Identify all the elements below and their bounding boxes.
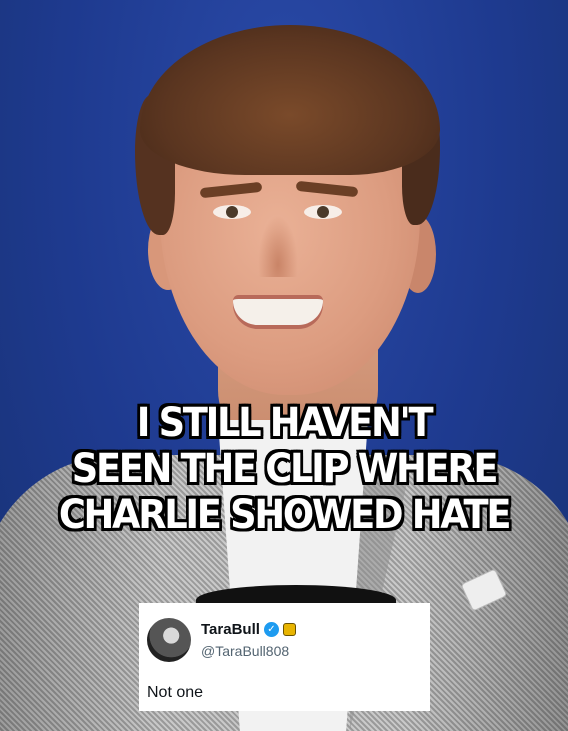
author-name[interactable]: TaraBull [201,621,260,638]
verified-check-icon: ✓ [263,621,279,637]
meme-image: I STILL HAVEN'T SEEN THE CLIP WHERE CHAR… [0,0,568,731]
embedded-post[interactable]: TaraBull ✓ @TaraBull808 Not one [139,603,430,711]
author-handle[interactable]: @TaraBull808 [201,643,289,659]
right-pupil [317,206,329,218]
hair [140,25,440,175]
left-pupil [226,206,238,218]
caption-line-2: SEEN THE CLIP WHERE [71,446,499,492]
avatar[interactable] [147,618,191,662]
smile [233,295,323,325]
author-row: TaraBull ✓ [201,619,296,639]
nose [258,215,298,277]
caption-line-3: CHARLIE SHOWED HATE [58,492,512,538]
post-text: Not one [147,684,204,701]
affiliation-badge-icon [282,622,296,636]
caption-line-1: I STILL HAVEN'T [136,400,434,446]
meme-caption: I STILL HAVEN'T SEEN THE CLIP WHERE CHAR… [23,400,546,538]
